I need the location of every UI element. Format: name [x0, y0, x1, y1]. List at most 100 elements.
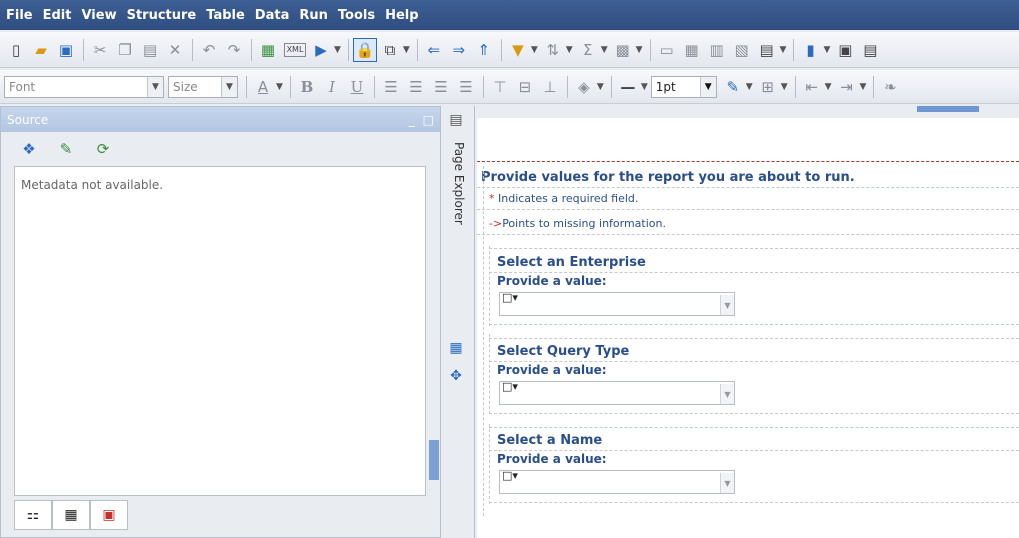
run-icon[interactable]: ▶	[309, 38, 333, 62]
chevron-down-icon[interactable]: ▼	[720, 384, 734, 404]
menu-data[interactable]: Data	[255, 8, 290, 23]
undo-icon[interactable]: ↶	[197, 38, 221, 62]
maximize-icon[interactable]: □	[423, 113, 434, 127]
document-icon[interactable]: ▤	[755, 38, 779, 62]
chevron-down-icon[interactable]: ▼	[825, 82, 832, 92]
cut-icon[interactable]: ✂	[88, 38, 112, 62]
menu-help[interactable]: Help	[385, 8, 418, 23]
indent-icon[interactable]: ⇥	[835, 75, 859, 99]
group-icon[interactable]: ▭	[655, 38, 679, 62]
xml-icon[interactable]: XML	[284, 42, 306, 57]
chevron-down-icon[interactable]: ▼	[699, 76, 716, 97]
line-weight-combobox[interactable]: 1pt ▼	[650, 75, 717, 98]
chevron-down-icon[interactable]: ▼	[780, 45, 787, 55]
redo-icon[interactable]: ↷	[222, 38, 246, 62]
prompt-header: Provide values for the report you are ab…	[481, 170, 855, 185]
chevron-down-icon[interactable]: ▼	[601, 45, 608, 55]
italic-icon[interactable]: I	[320, 75, 344, 99]
vertical-align-bottom-icon[interactable]: ⊥	[538, 75, 562, 99]
up-icon[interactable]: ⇑	[472, 38, 496, 62]
open-folder-icon[interactable]: ▰	[29, 38, 53, 62]
chevron-down-icon[interactable]: ▼	[823, 45, 830, 55]
back-icon[interactable]: ⇐	[422, 38, 446, 62]
menu-file[interactable]: File	[6, 8, 33, 23]
chevron-down-icon[interactable]: ▼	[720, 295, 734, 315]
borders-icon[interactable]: ⊞	[756, 75, 780, 99]
edit-package-icon[interactable]: ✎	[54, 137, 78, 161]
chevron-down-icon[interactable]: ▼	[860, 82, 867, 92]
query-type-select[interactable]: □▾ ▼	[499, 380, 735, 405]
chevron-down-icon[interactable]: ▼	[636, 45, 643, 55]
insert-object-icon[interactable]: ▣	[833, 38, 857, 62]
minimize-icon[interactable]: _	[409, 113, 415, 127]
font-color-icon[interactable]: A	[251, 75, 275, 99]
size-combobox[interactable]: Size ▼	[168, 75, 238, 98]
style-icon[interactable]: ❧	[878, 75, 902, 99]
metadata-tree[interactable]: Metadata not available.	[14, 166, 426, 496]
vertical-align-top-icon[interactable]: ⊤	[488, 75, 512, 99]
align-left-icon[interactable]: ☰	[379, 75, 403, 99]
calculation-icon[interactable]: ▩	[611, 38, 635, 62]
font-combobox[interactable]: Font ▼	[4, 75, 164, 98]
align-center-icon[interactable]: ☰	[404, 75, 428, 99]
menu-table[interactable]: Table	[206, 8, 245, 23]
save-icon[interactable]: ▣	[54, 38, 78, 62]
chevron-down-icon[interactable]: ▼	[720, 473, 734, 493]
paste-icon[interactable]: ▤	[138, 38, 162, 62]
tab-source[interactable]: ⚏	[14, 500, 52, 530]
chevron-down-icon[interactable]: ▼	[403, 45, 410, 55]
report-icon[interactable]: ▦	[256, 38, 280, 62]
chevron-down-icon[interactable]: ▼	[531, 45, 538, 55]
pivot-icon[interactable]: ▧	[730, 38, 754, 62]
page-explorer-tab[interactable]: Page Explorer	[452, 142, 466, 225]
section-icon[interactable]: ▥	[705, 38, 729, 62]
chevron-down-icon[interactable]: ▼	[641, 82, 648, 92]
chevron-down-icon[interactable]: ▼	[781, 82, 788, 92]
filter-icon[interactable]: ▼	[506, 38, 530, 62]
chevron-down-icon[interactable]: ▼	[334, 45, 341, 55]
table-icon[interactable]: ▦	[680, 38, 704, 62]
menu-view[interactable]: View	[81, 8, 116, 23]
menu-edit[interactable]: Edit	[43, 8, 72, 23]
justify-icon[interactable]: ☰	[454, 75, 478, 99]
chevron-down-icon[interactable]: ▼	[566, 45, 573, 55]
insertable-objects-icon[interactable]: ❖	[17, 137, 41, 161]
padding-icon[interactable]: ⇤	[800, 75, 824, 99]
query-explorer-icon[interactable]: ▦	[446, 338, 466, 358]
vertical-align-middle-icon[interactable]: ⊟	[513, 75, 537, 99]
chevron-down-icon[interactable]: ▼	[597, 82, 604, 92]
summarize-icon[interactable]: Σ	[576, 38, 600, 62]
forward-icon[interactable]: ⇒	[447, 38, 471, 62]
fill-color-icon[interactable]: ◈	[572, 75, 596, 99]
align-right-icon[interactable]: ☰	[429, 75, 453, 99]
new-icon[interactable]: ▯	[4, 38, 28, 62]
chart-icon[interactable]: ▮	[798, 38, 822, 62]
line-color-icon[interactable]: ✎	[721, 75, 745, 99]
menu-run[interactable]: Run	[299, 8, 328, 23]
tab-data-items[interactable]: ▦	[52, 500, 90, 530]
delete-icon[interactable]: ✕	[163, 38, 187, 62]
refresh-icon[interactable]: ⟳	[91, 137, 115, 161]
menu-structure[interactable]: Structure	[127, 8, 197, 23]
line-style-icon[interactable]: —	[616, 75, 640, 99]
menu-tools[interactable]: Tools	[338, 8, 375, 23]
tab-toolbox[interactable]: ▣	[90, 500, 128, 530]
copy-format-icon[interactable]: ⧉	[378, 38, 402, 62]
chevron-down-icon[interactable]: ▼	[276, 82, 283, 92]
chevron-down-icon[interactable]: ▼	[746, 82, 753, 92]
copy-icon[interactable]: ❐	[113, 38, 137, 62]
chevron-down-icon[interactable]: ▼	[147, 76, 163, 97]
name-select[interactable]: □▾ ▼	[499, 469, 735, 494]
sort-icon[interactable]: ⇅	[541, 38, 565, 62]
underline-icon[interactable]: U	[345, 75, 369, 99]
bold-icon[interactable]: B	[295, 75, 319, 99]
lock-icon[interactable]: 🔒	[352, 37, 377, 62]
canvas-scroll-tab[interactable]	[917, 106, 979, 112]
condition-explorer-icon[interactable]: ✥	[446, 366, 466, 386]
block-border	[489, 334, 490, 414]
panel-splitter[interactable]	[429, 440, 439, 480]
page-explorer-icon[interactable]: ▤	[446, 110, 466, 130]
properties-icon[interactable]: ▤	[858, 38, 882, 62]
chevron-down-icon[interactable]: ▼	[221, 76, 237, 97]
enterprise-select[interactable]: □▾ ▼	[499, 291, 735, 316]
